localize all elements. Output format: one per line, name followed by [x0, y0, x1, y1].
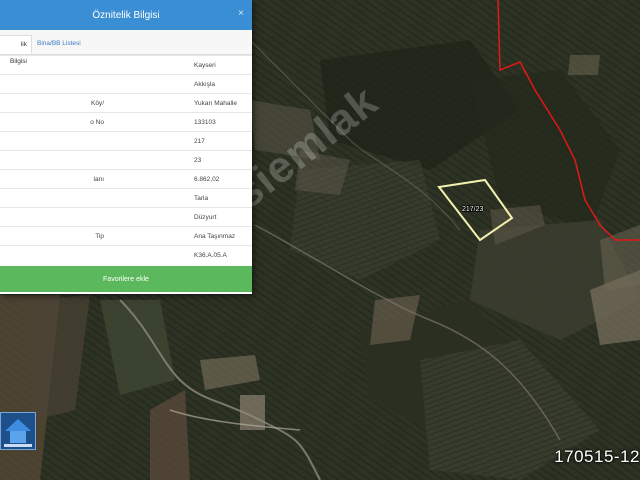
table-row: lanı 6.862,02 [0, 169, 252, 189]
row-key [0, 74, 192, 94]
row-value: 133103 [192, 112, 252, 132]
table-row: 217 [0, 131, 252, 151]
row-value: Kayseri [192, 55, 252, 75]
attribute-info-panel: Öznitelik Bilgisi × lik Bilgisi Bina/BB … [0, 0, 252, 294]
table-row: K36.A.05.A [0, 245, 252, 265]
table-row: Akkışla [0, 74, 252, 94]
row-key [0, 245, 192, 265]
table-row: Düzyurt [0, 207, 252, 227]
row-value: Akkışla [192, 74, 252, 94]
row-value: K36.A.05.A [192, 245, 252, 265]
row-key [0, 188, 192, 208]
row-key [0, 55, 192, 75]
add-favorites-button[interactable]: Favorilere ekle [0, 266, 252, 292]
table-row: o No 133103 [0, 112, 252, 132]
panel-header: Öznitelik Bilgisi × [0, 0, 252, 30]
row-value: Düzyurt [192, 207, 252, 227]
table-row: Tarla [0, 188, 252, 208]
row-key [0, 207, 192, 227]
row-value: Yukarı Mahalle [192, 93, 252, 113]
tab-building-list[interactable]: Bina/BB Listesi [33, 35, 85, 54]
row-key [0, 131, 192, 151]
table-row: Kayseri [0, 55, 252, 75]
row-key [0, 150, 192, 170]
panel-tabs: lik Bilgisi Bina/BB Listesi [0, 30, 252, 65]
row-value: 217 [192, 131, 252, 151]
row-value: Ana Taşınmaz [192, 226, 252, 246]
row-value: 6.862,02 [192, 169, 252, 189]
tab-attribute-info[interactable]: lik Bilgisi [0, 35, 32, 65]
row-key: o No [0, 112, 192, 132]
row-value: Tarla [192, 188, 252, 208]
attribute-table: Kayseri Akkışla /Köy Yukarı Mahalle o No… [0, 55, 252, 265]
close-icon[interactable]: × [238, 9, 244, 19]
row-key: /Köy [0, 93, 192, 113]
row-key: Tip [0, 226, 192, 246]
company-logo [0, 412, 36, 450]
row-key: lanı [0, 169, 192, 189]
table-row: Tip Ana Taşınmaz [0, 226, 252, 246]
table-row: 23 [0, 150, 252, 170]
table-row: /Köy Yukarı Mahalle [0, 93, 252, 113]
listing-id: 170515-12 [554, 447, 640, 466]
panel-title: Öznitelik Bilgisi [92, 9, 160, 21]
row-value: 23 [192, 150, 252, 170]
parcel-label: 217/23 [462, 206, 484, 213]
